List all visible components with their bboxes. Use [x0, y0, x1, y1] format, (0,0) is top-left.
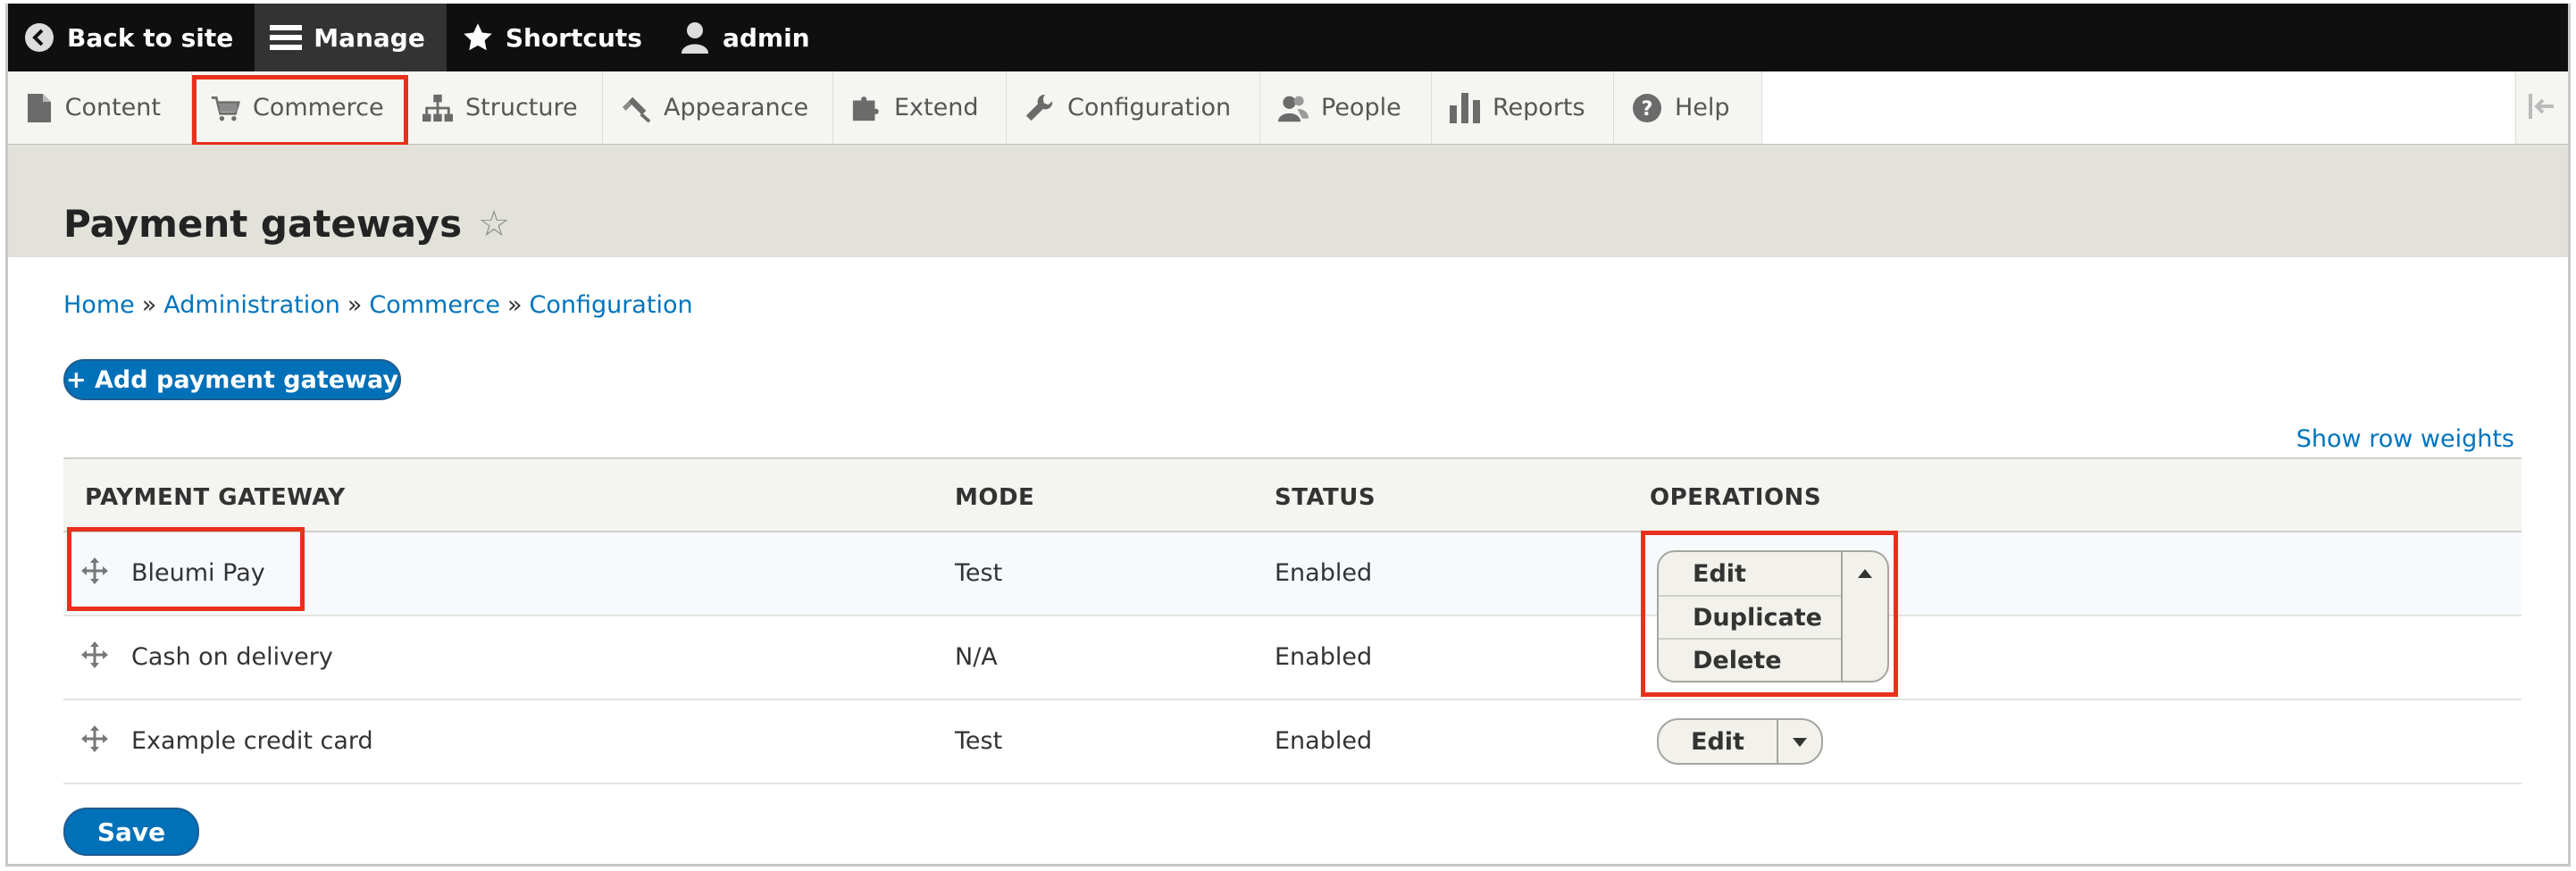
- edit-operation[interactable]: Edit: [1659, 552, 1843, 595]
- wrench-icon: [1025, 93, 1055, 123]
- manage-label: Manage: [314, 22, 425, 53]
- back-to-site-label: Back to site: [67, 22, 234, 53]
- tray-item-content[interactable]: Content: [8, 71, 192, 144]
- table-row: Cash on delivery N/A Enabled: [63, 616, 2522, 700]
- bar-chart-icon: [1450, 92, 1480, 123]
- tray-item-label: Appearance: [664, 94, 809, 121]
- tray-item-configuration[interactable]: Configuration: [1007, 71, 1260, 144]
- tray-item-label: Configuration: [1067, 94, 1232, 121]
- gateway-name: Example credit card: [131, 727, 373, 755]
- drag-handle-icon[interactable]: [81, 557, 112, 588]
- column-header-mode: MODE: [955, 484, 1035, 511]
- caret-down-icon: [1793, 733, 1807, 750]
- shortcuts-tab[interactable]: Shortcuts: [447, 4, 664, 71]
- tray-item-label: Structure: [465, 94, 578, 121]
- add-payment-gateway-button[interactable]: + Add payment gateway: [63, 359, 401, 400]
- gateway-mode: N/A: [955, 643, 998, 671]
- gateway-name: Bleumi Pay: [131, 559, 265, 587]
- breadcrumb-configuration[interactable]: Configuration: [529, 291, 692, 319]
- user-icon: [678, 21, 712, 54]
- tray-item-appearance[interactable]: Appearance: [603, 71, 833, 144]
- operations-dropbutton-open: Edit Duplicate Delete: [1657, 550, 1889, 683]
- collapse-left-icon: [2529, 93, 2555, 122]
- tray-item-label: Help: [1675, 94, 1730, 121]
- admin-tray: Content Commerce Structure Appearance Ex…: [8, 71, 2568, 145]
- manage-tab[interactable]: Manage: [255, 4, 447, 71]
- star-icon: [461, 21, 495, 54]
- gateway-status: Enabled: [1275, 727, 1373, 755]
- breadcrumb-separator: »: [141, 291, 157, 319]
- drag-handle-icon[interactable]: [81, 725, 112, 756]
- cart-icon: [210, 93, 240, 123]
- gateway-status: Enabled: [1275, 559, 1373, 587]
- breadcrumb-home[interactable]: Home: [63, 291, 135, 319]
- save-button[interactable]: Save: [63, 808, 199, 856]
- gateway-status: Enabled: [1275, 643, 1373, 671]
- caret-up-icon: [1858, 565, 1872, 681]
- delete-operation[interactable]: Delete: [1659, 638, 1843, 681]
- help-icon: ?: [1632, 93, 1662, 123]
- breadcrumb-commerce[interactable]: Commerce: [369, 291, 500, 319]
- shortcuts-label: Shortcuts: [505, 22, 642, 53]
- operations-dropbutton: Edit: [1657, 718, 1823, 765]
- tray-item-label: People: [1321, 94, 1401, 121]
- add-shortcut-star-icon[interactable]: ☆: [478, 204, 510, 245]
- user-tab[interactable]: admin: [664, 4, 832, 71]
- page-header: Payment gateways ☆: [8, 145, 2568, 257]
- table-row: Example credit card Test Enabled Edit: [63, 700, 2522, 784]
- tray-item-extend[interactable]: Extend: [833, 71, 1007, 144]
- payment-gateways-table: PAYMENT GATEWAY MODE STATUS OPERATIONS B…: [63, 457, 2522, 784]
- breadcrumb-administration[interactable]: Administration: [163, 291, 340, 319]
- tray-item-reports[interactable]: Reports: [1432, 71, 1614, 144]
- tray-item-help[interactable]: ? Help: [1614, 71, 1762, 144]
- table-row: Bleumi Pay Test Enabled Edit Duplicate D…: [63, 532, 2522, 683]
- table-header: PAYMENT GATEWAY MODE STATUS OPERATIONS: [63, 457, 2522, 532]
- sitemap-icon: [422, 93, 453, 123]
- svg-text:?: ?: [1642, 98, 1653, 121]
- drag-handle-icon[interactable]: [81, 641, 112, 672]
- tray-item-people[interactable]: People: [1260, 71, 1432, 144]
- show-row-weights-link[interactable]: Show row weights: [2296, 425, 2514, 453]
- admin-toolbar: Back to site Manage Shortcuts admin: [8, 4, 2568, 71]
- page-title-text: Payment gateways: [63, 202, 463, 246]
- app-window: Back to site Manage Shortcuts admin Cont…: [5, 4, 2571, 867]
- tray-item-label: Extend: [894, 94, 979, 121]
- menu-icon: [269, 21, 303, 54]
- breadcrumb-separator: »: [347, 291, 363, 319]
- puzzle-icon: [851, 93, 882, 123]
- column-header-status: STATUS: [1275, 484, 1376, 511]
- paintbrush-icon: [621, 93, 651, 123]
- duplicate-operation[interactable]: Duplicate: [1659, 595, 1843, 638]
- edit-operation[interactable]: Edit: [1659, 720, 1778, 763]
- breadcrumb: Home» Administration» Commerce» Configurati…: [63, 291, 693, 319]
- tray-item-label: Commerce: [253, 94, 384, 121]
- dropbutton-toggle[interactable]: [1841, 552, 1887, 681]
- people-icon: [1278, 93, 1309, 123]
- file-icon: [26, 93, 53, 123]
- breadcrumb-separator: »: [506, 291, 523, 319]
- gateway-name: Cash on delivery: [131, 643, 333, 671]
- back-to-site-link[interactable]: Back to site: [8, 4, 255, 71]
- tray-spacer: [1762, 71, 2516, 144]
- tray-item-commerce[interactable]: Commerce: [192, 71, 405, 144]
- gateway-mode: Test: [955, 559, 1003, 587]
- back-arrow-icon: [22, 21, 56, 54]
- column-header-gateway: PAYMENT GATEWAY: [85, 484, 346, 511]
- gateway-mode: Test: [955, 727, 1003, 755]
- user-label: admin: [722, 22, 810, 53]
- tray-item-label: Content: [64, 94, 161, 121]
- tray-item-structure[interactable]: Structure: [405, 71, 603, 144]
- tray-orientation-toggle[interactable]: [2516, 71, 2568, 144]
- tray-item-label: Reports: [1493, 94, 1585, 121]
- page-title: Payment gateways ☆: [63, 202, 510, 246]
- column-header-operations: OPERATIONS: [1650, 484, 1822, 511]
- dropbutton-toggle[interactable]: [1778, 720, 1821, 763]
